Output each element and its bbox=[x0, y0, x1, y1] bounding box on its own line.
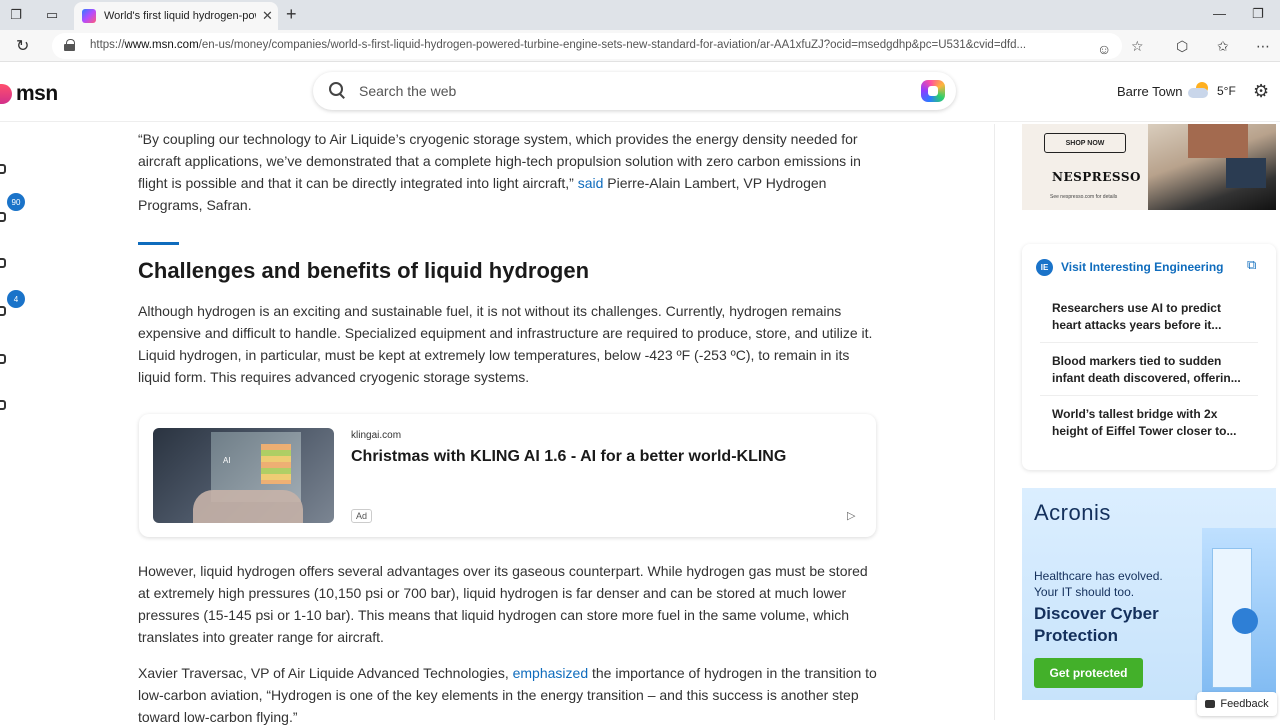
notification-badge[interactable]: 4 bbox=[7, 290, 25, 308]
list-item[interactable]: Researchers use AI to predict heart atta… bbox=[1052, 300, 1247, 334]
ie-logo-icon: IE bbox=[1036, 259, 1053, 276]
msn-header: msn Barre Town 5°F ⚙ bbox=[0, 62, 1280, 122]
acronis-subtitle: Healthcare has evolved. Your IT should t… bbox=[1034, 569, 1163, 599]
get-protected-button[interactable]: Get protected bbox=[1034, 658, 1143, 688]
ad-thumb-label: AI bbox=[223, 456, 231, 465]
reload-icon[interactable]: ↻ bbox=[16, 36, 29, 56]
heading-accent-bar bbox=[138, 242, 179, 245]
sponsored-ad-card[interactable]: AI klingai.com Christmas with KLING AI 1… bbox=[139, 414, 876, 537]
paragraph-text: Although hydrogen is an exciting and sus… bbox=[138, 303, 873, 385]
divider bbox=[1040, 395, 1258, 396]
nespresso-logo: NESPRESSO bbox=[1052, 170, 1141, 184]
acronis-illustration bbox=[1202, 528, 1276, 700]
home-icon[interactable] bbox=[0, 164, 6, 174]
msn-butterfly-icon bbox=[0, 84, 12, 104]
acronis-headline: Discover Cyber Protection bbox=[1034, 604, 1159, 645]
nespresso-photo bbox=[1148, 124, 1276, 210]
said-link[interactable]: said bbox=[578, 175, 604, 191]
rail-divider bbox=[994, 124, 995, 720]
list-item[interactable]: World’s tallest bridge with 2x height of… bbox=[1052, 406, 1247, 440]
rail-icon[interactable] bbox=[0, 400, 6, 410]
search-box[interactable] bbox=[313, 72, 956, 110]
favorites-icon[interactable]: ✩ bbox=[1217, 38, 1229, 55]
article-paragraph-challenges: Although hydrogen is an exciting and sus… bbox=[138, 300, 878, 388]
emphasized-link[interactable]: emphasized bbox=[513, 665, 589, 681]
notification-badge[interactable]: 90 bbox=[7, 193, 25, 211]
extensions-icon[interactable]: ⬡ bbox=[1176, 38, 1188, 55]
rail-icon[interactable] bbox=[0, 212, 6, 222]
weather-temperature[interactable]: 5°F bbox=[1217, 84, 1236, 98]
favorite-star-icon[interactable]: ☆ bbox=[1131, 38, 1144, 55]
lock-icon[interactable] bbox=[64, 39, 75, 51]
maximize-icon[interactable]: ❐ bbox=[1252, 6, 1264, 22]
rail-icon[interactable] bbox=[0, 258, 6, 268]
ad-title[interactable]: Christmas with KLING AI 1.6 - AI for a b… bbox=[351, 448, 786, 466]
feedback-icon bbox=[1205, 700, 1216, 708]
new-tab-icon[interactable]: + bbox=[286, 4, 297, 25]
visit-ie-link[interactable]: Visit Interesting Engineering bbox=[1061, 260, 1223, 274]
article-paragraph-advantages: However, liquid hydrogen offers several … bbox=[138, 560, 878, 648]
address-bar-row: ↻ https://www.msn.com/en-us/money/compan… bbox=[0, 30, 1280, 62]
article-paragraph-xavier: Xavier Traversac, VP of Air Liquide Adva… bbox=[138, 662, 878, 728]
partly-cloudy-icon[interactable] bbox=[1188, 82, 1212, 100]
minimize-icon[interactable]: — bbox=[1213, 6, 1226, 21]
msn-favicon-icon bbox=[82, 9, 96, 23]
divider bbox=[1040, 342, 1258, 343]
more-menu-icon[interactable]: ⋯ bbox=[1256, 38, 1270, 55]
tab-actions-icon[interactable]: ▭ bbox=[42, 5, 62, 25]
list-item[interactable]: Blood markers tied to sudden infant deat… bbox=[1052, 353, 1247, 387]
shop-now-button[interactable]: SHOP NOW bbox=[1044, 133, 1126, 153]
ad-thumbnail[interactable]: AI bbox=[153, 428, 334, 523]
address-bar[interactable]: https://www.msn.com/en-us/money/companie… bbox=[52, 33, 1122, 59]
interesting-engineering-card: IE Visit Interesting Engineering ⧉ Resea… bbox=[1022, 244, 1276, 470]
tab-title: World's first liquid hydrogen-pow bbox=[104, 10, 256, 22]
rail-icon[interactable] bbox=[0, 306, 6, 316]
weather-location[interactable]: Barre Town bbox=[1117, 84, 1183, 99]
gear-icon[interactable]: ⚙ bbox=[1253, 81, 1269, 102]
search-input[interactable] bbox=[359, 81, 879, 101]
ad-choices-icon[interactable]: ▷ bbox=[847, 509, 855, 522]
ad-badge: Ad bbox=[351, 509, 373, 523]
acronis-ad[interactable]: Acronis Healthcare has evolved. Your IT … bbox=[1022, 488, 1276, 700]
section-heading: Challenges and benefits of liquid hydrog… bbox=[138, 258, 590, 283]
reader-icon[interactable]: ☺ bbox=[1097, 41, 1111, 57]
url-text[interactable]: https://www.msn.com/en-us/money/companie… bbox=[90, 39, 1090, 51]
rail-icon[interactable] bbox=[0, 354, 6, 364]
search-icon bbox=[329, 82, 345, 98]
ad-source: klingai.com bbox=[351, 430, 402, 441]
tab-close-icon[interactable]: ✕ bbox=[262, 8, 273, 24]
copilot-icon[interactable] bbox=[921, 80, 945, 102]
workspaces-icon[interactable]: ❐ bbox=[6, 5, 26, 25]
feedback-button[interactable]: Feedback bbox=[1197, 692, 1277, 716]
acronis-logo: Acronis bbox=[1034, 500, 1111, 525]
nespresso-disclaimer: See nespresso.com for details bbox=[1050, 194, 1118, 200]
active-tab[interactable]: World's first liquid hydrogen-pow ✕ bbox=[74, 2, 278, 30]
external-link-icon[interactable]: ⧉ bbox=[1247, 257, 1256, 273]
paragraph-text: Xavier Traversac, VP of Air Liquide Adva… bbox=[138, 665, 513, 681]
feedback-label: Feedback bbox=[1220, 698, 1269, 710]
paragraph-text: However, liquid hydrogen offers several … bbox=[138, 563, 868, 645]
article-quote-paragraph: “By coupling our technology to Air Liqui… bbox=[138, 128, 878, 216]
nespresso-ad[interactable]: SHOP NOW NESPRESSO See nespresso.com for… bbox=[1022, 124, 1276, 210]
browser-tab-bar: ❐ ▭ World's first liquid hydrogen-pow ✕ … bbox=[0, 0, 1280, 30]
msn-wordmark: msn bbox=[16, 82, 58, 105]
msn-logo[interactable]: msn bbox=[0, 82, 58, 106]
